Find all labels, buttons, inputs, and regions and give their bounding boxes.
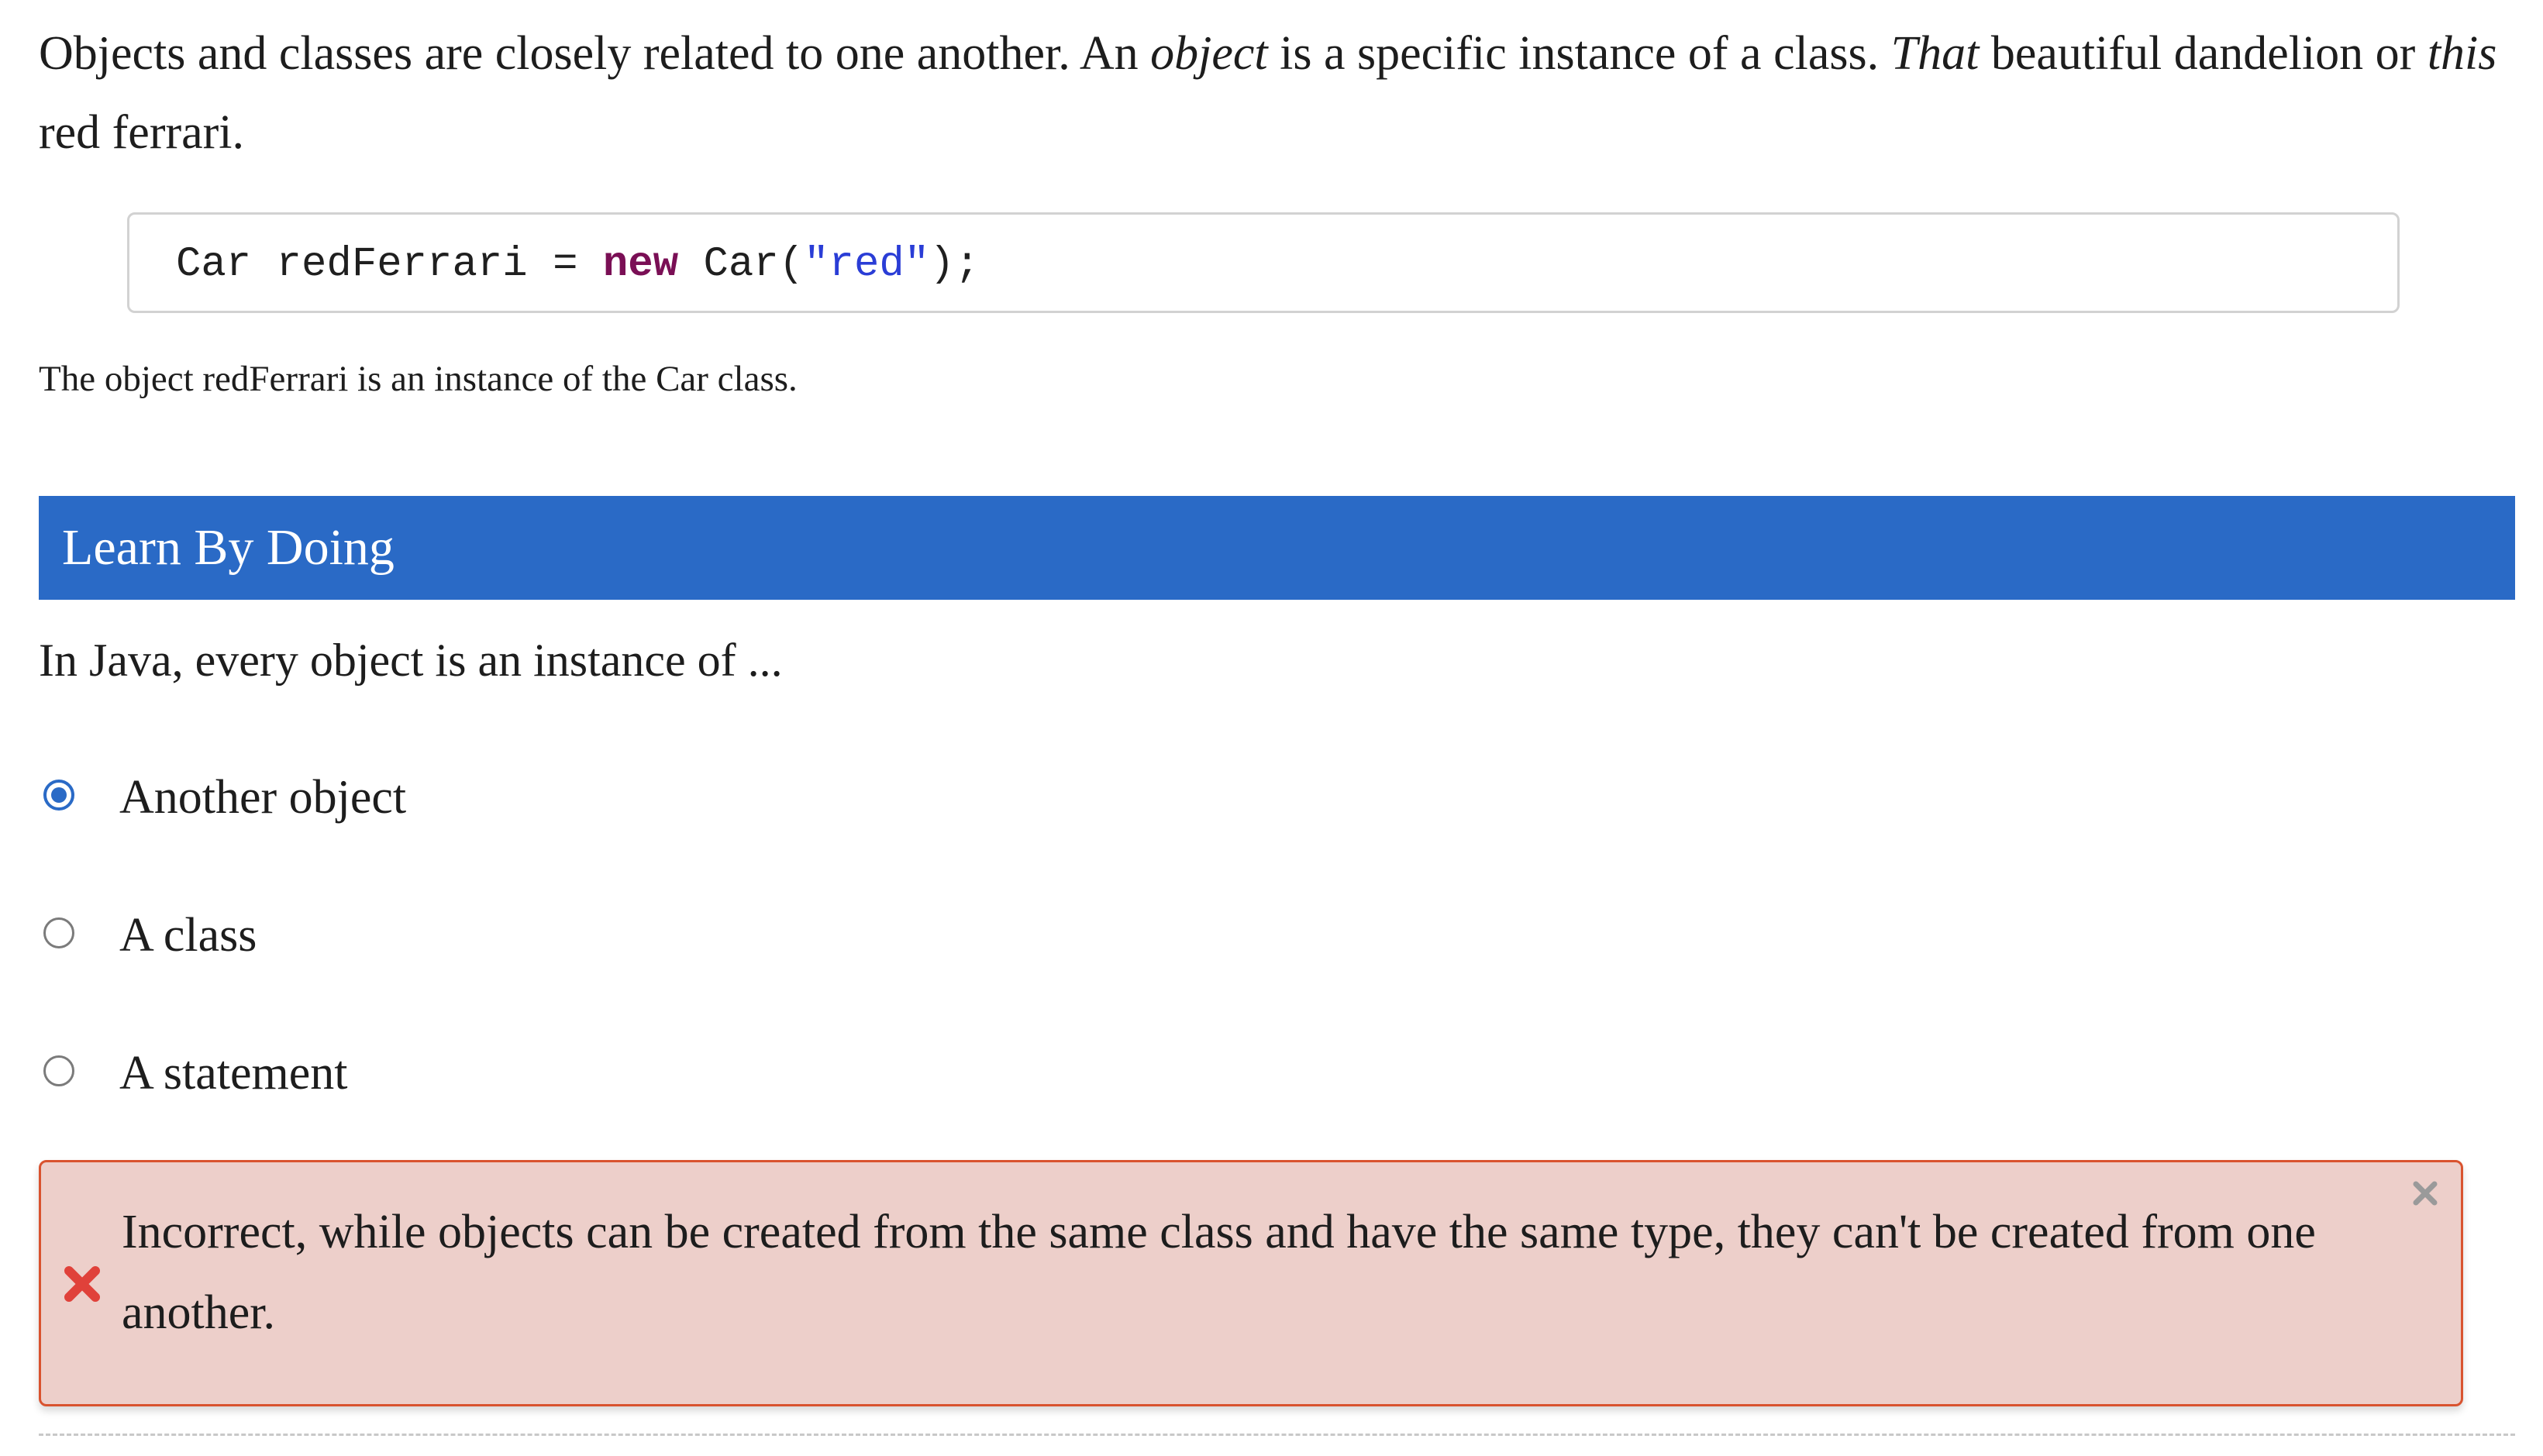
radio-a-statement[interactable]	[43, 1055, 74, 1086]
intro-text-3: beautiful dandelion or	[1979, 27, 2428, 80]
intro-emphasis-object: object	[1150, 27, 1268, 80]
question-prompt: In Java, every object is an instance of …	[39, 635, 783, 686]
radio-a-class[interactable]	[43, 917, 74, 948]
x-mark-icon	[64, 1266, 100, 1302]
code-string: "red"	[804, 241, 930, 288]
code-keyword: new	[602, 241, 679, 288]
code-text-3: );	[929, 241, 980, 288]
code-snippet: Car redFerrari = new Car("red");	[127, 212, 2400, 313]
code-text-1: Car redFerrari =	[176, 241, 603, 288]
intro-emphasis-this: this	[2427, 27, 2497, 80]
lesson-content: Objects and classes are closely related …	[39, 0, 2519, 1436]
option-label-another-object[interactable]: Another object	[119, 770, 406, 825]
feedback-incorrect-box: Incorrect, while objects can be created …	[39, 1160, 2463, 1406]
radio-another-object[interactable]	[43, 780, 74, 811]
section-divider	[39, 1434, 2515, 1436]
intro-emphasis-that: That	[1890, 27, 1980, 80]
intro-text-4: red ferrari.	[39, 106, 245, 159]
intro-paragraph: Objects and classes are closely related …	[39, 0, 2519, 172]
code-caption: The object redFerrari is an instance of …	[39, 359, 798, 399]
learn-by-doing-header: Learn By Doing	[39, 496, 2515, 600]
close-icon[interactable]	[2403, 1172, 2447, 1215]
learn-by-doing-title: Learn By Doing	[62, 519, 395, 576]
code-text-2: Car(	[678, 241, 805, 288]
intro-text-2: is a specific instance of a class.	[1267, 27, 1891, 80]
feedback-message: Incorrect, while objects can be created …	[122, 1206, 2316, 1339]
option-label-a-statement[interactable]: A statement	[119, 1046, 347, 1101]
intro-text-1: Objects and classes are closely related …	[39, 27, 1151, 80]
option-label-a-class[interactable]: A class	[119, 908, 257, 963]
